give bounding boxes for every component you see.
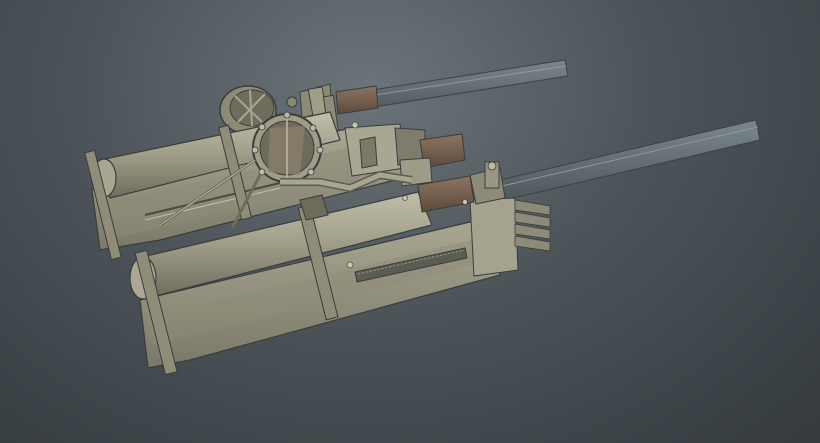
front-blade <box>499 119 761 201</box>
scene-render <box>84 59 761 376</box>
3d-viewport <box>0 0 820 443</box>
